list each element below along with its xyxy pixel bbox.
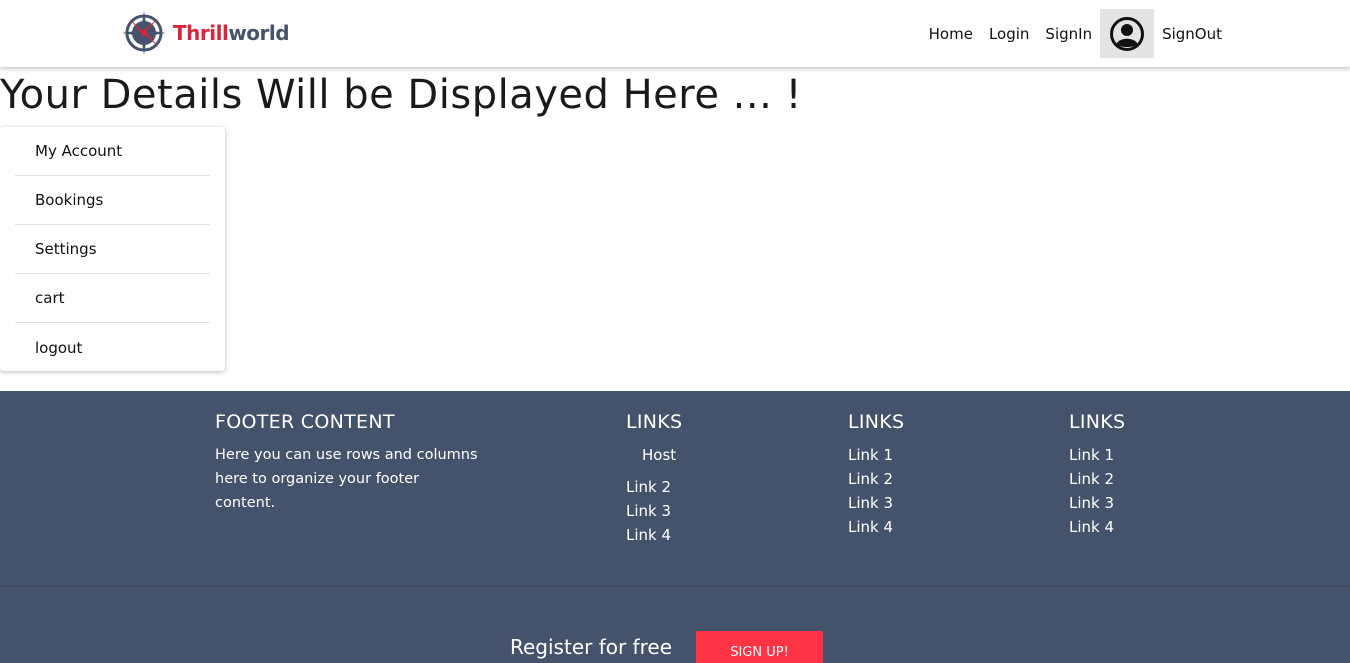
nav-login-link[interactable]: Login (989, 25, 1029, 43)
footer-links-column-3: LINKS Link 1 Link 2 Link 3 Link 4 (1069, 411, 1125, 539)
brand-logo-link[interactable]: Thrillworld (120, 8, 290, 58)
register-label: Register for free (510, 635, 672, 659)
footer-link[interactable]: Link 3 (848, 491, 904, 515)
footer-links-heading: LINKS (1069, 411, 1126, 433)
menu-item-bookings[interactable]: Bookings (15, 176, 210, 225)
menu-item-cart[interactable]: cart (15, 274, 210, 323)
user-avatar-button[interactable] (1100, 9, 1155, 58)
footer-links-heading: LINKS (848, 411, 905, 433)
footer-links-column-2: LINKS Link 1 Link 2 Link 3 Link 4 (848, 411, 904, 539)
nav-signin-link[interactable]: SignIn (1045, 25, 1092, 43)
footer-links-heading: LINKS (626, 411, 683, 433)
menu-item-logout[interactable]: logout (15, 323, 210, 372)
brand-name: Thrillworld (173, 21, 290, 45)
user-avatar-icon (1110, 16, 1145, 51)
footer-link-host[interactable]: Host (626, 443, 682, 467)
menu-item-my-account[interactable]: My Account (15, 127, 210, 176)
footer-link[interactable]: Link 4 (848, 515, 904, 539)
navbar: Thrillworld Home Login SignIn SignOut (0, 0, 1350, 67)
footer-link[interactable]: Link 2 (626, 475, 682, 499)
footer-link[interactable]: Link 2 (1069, 467, 1125, 491)
account-side-menu: My Account Bookings Settings cart logout (0, 127, 225, 371)
footer-link[interactable]: Link 1 (1069, 443, 1125, 467)
nav-signout-link[interactable]: SignOut (1162, 25, 1222, 43)
footer-link[interactable]: Link 3 (1069, 491, 1125, 515)
footer-link[interactable]: Link 4 (626, 523, 682, 547)
footer-link[interactable]: Link 3 (626, 499, 682, 523)
compass-logo-icon (122, 11, 166, 55)
footer-content-column: FOOTER CONTENT Here you can use rows and… (215, 411, 480, 515)
brand-name-part2: world (228, 21, 290, 45)
brand-name-part1: Thrill (173, 21, 229, 45)
footer-content-text: Here you can use rows and columns here t… (215, 447, 478, 511)
signup-button[interactable]: SIGN UP! (696, 631, 823, 663)
footer-divider (0, 586, 1350, 587)
footer-links-column-1: LINKS Host Link 2 Link 3 Link 4 (626, 411, 682, 547)
nav-links: Home Login SignIn SignOut (913, 9, 1222, 58)
nav-home-link[interactable]: Home (929, 25, 973, 43)
footer-link[interactable]: Link 2 (848, 467, 904, 491)
page-title: Your Details Will be Displayed Here ... … (0, 72, 803, 118)
footer-link[interactable]: Link 4 (1069, 515, 1125, 539)
footer-link[interactable]: Link 1 (848, 443, 904, 467)
footer-content-heading: FOOTER CONTENT (215, 411, 395, 433)
menu-item-settings[interactable]: Settings (15, 225, 210, 274)
footer: FOOTER CONTENT Here you can use rows and… (0, 391, 1350, 663)
